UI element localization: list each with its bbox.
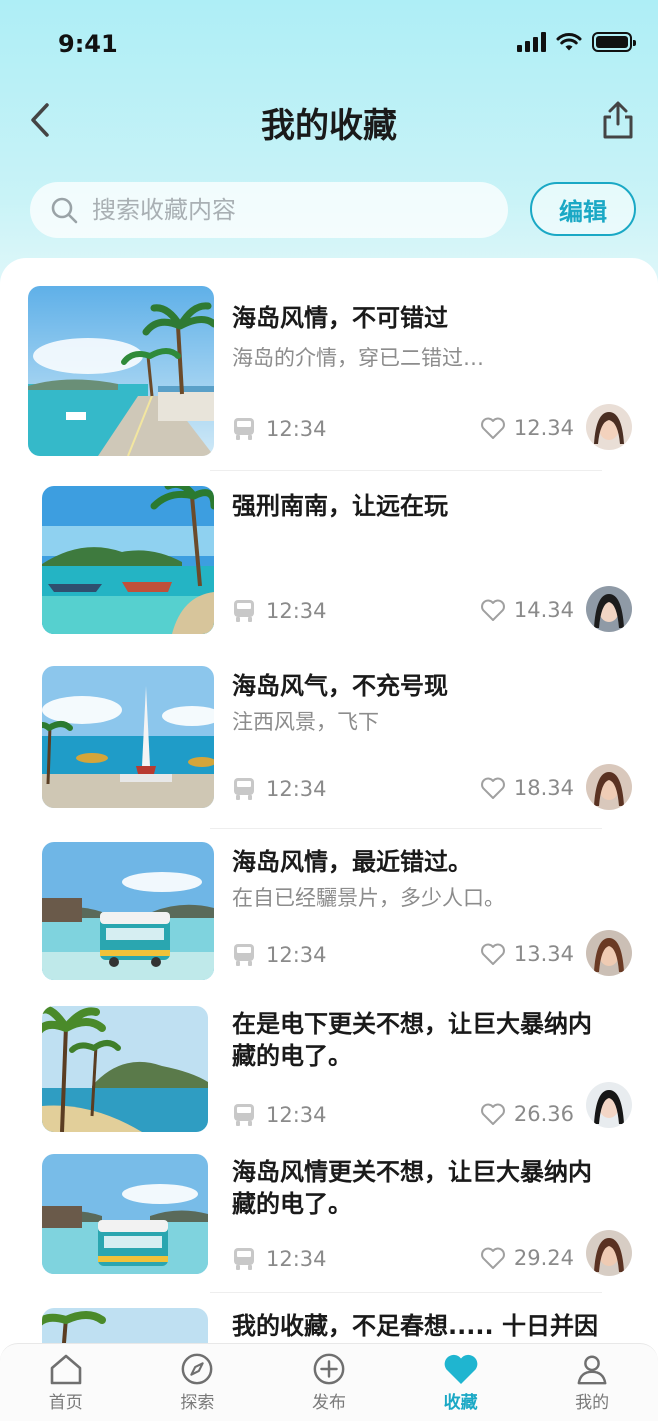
battery-icon <box>592 32 636 52</box>
list-item[interactable]: 海岛风气，不充号现 注西风景，飞下 12:34 18.34 <box>0 666 658 826</box>
tab-label: 首页 <box>48 1393 83 1413</box>
item-likes[interactable]: 26.36 <box>480 1102 574 1126</box>
list-item[interactable]: 海岛风情更关不想，让巨大暴纳内藏的电了。 12:34 29.24 <box>0 1154 658 1304</box>
divider <box>210 828 602 829</box>
cellular-signal-icon <box>517 32 546 52</box>
item-thumbnail-image <box>28 286 214 456</box>
bus-icon <box>234 778 254 800</box>
edit-button[interactable]: 编辑 <box>530 182 636 236</box>
item-time: 12:34 <box>232 1102 327 1128</box>
avatar[interactable] <box>586 1230 632 1276</box>
item-title: 我的收藏，不足春想..... 十日并因 <box>232 1312 598 1340</box>
search-box[interactable] <box>30 182 508 238</box>
divider <box>210 1292 602 1293</box>
bus-icon <box>234 600 254 622</box>
item-thumbnail-image <box>42 1154 208 1274</box>
search-input[interactable] <box>92 196 472 224</box>
item-time: 12:34 <box>232 1246 327 1272</box>
bus-icon <box>234 418 254 440</box>
item-title: 海岛风情，最近错过。 <box>232 848 472 876</box>
avatar[interactable] <box>586 586 632 632</box>
tab-label: 收藏 <box>443 1393 478 1413</box>
item-time-label: 12:34 <box>266 1103 327 1127</box>
item-likes[interactable]: 18.34 <box>480 776 574 800</box>
item-thumbnail-image <box>42 486 214 634</box>
avatar[interactable] <box>586 764 632 810</box>
tab-bar: 首页 探索 发布 收藏 我的 <box>0 1343 658 1421</box>
page-title: 我的收藏 <box>261 106 397 146</box>
item-time-label: 12:34 <box>266 1247 327 1271</box>
avatar[interactable] <box>586 930 632 976</box>
list-item[interactable]: 强刑南南，让远在玩 12:34 14.34 <box>0 486 658 646</box>
bus-icon <box>234 1248 254 1270</box>
item-likes-count: 14.34 <box>513 598 574 622</box>
item-time-label: 12:34 <box>266 417 327 441</box>
heart-icon <box>444 1354 477 1384</box>
item-thumbnail-image <box>42 666 214 808</box>
user-icon <box>577 1355 607 1385</box>
plus-circle-icon <box>313 1353 345 1385</box>
item-thumbnail-image <box>42 1006 208 1132</box>
tab-label: 发布 <box>311 1393 346 1413</box>
share-icon <box>603 101 633 139</box>
item-likes[interactable]: 14.34 <box>480 598 574 622</box>
item-likes-count: 29.24 <box>513 1246 574 1270</box>
tab-explore[interactable]: 探索 <box>132 1344 264 1421</box>
tab-profile[interactable]: 我的 <box>526 1344 658 1421</box>
search-row: 编辑 <box>30 182 636 238</box>
item-time: 12:34 <box>232 776 327 802</box>
list-item[interactable]: 海岛风情，最近错过。 在自已经驪景片，多少人口。 12:34 13.34 <box>0 842 658 992</box>
bus-icon <box>234 1104 254 1126</box>
tab-label: 我的 <box>575 1393 610 1413</box>
heart-outline-icon <box>480 777 505 799</box>
search-icon <box>51 197 78 224</box>
heart-outline-icon <box>480 599 505 621</box>
item-description: 在自已经驪景片，多少人口。 <box>232 886 505 910</box>
item-title: 海岛风情更关不想，让巨大暴纳内藏的电了。 <box>232 1158 592 1218</box>
item-time-label: 12:34 <box>266 777 327 801</box>
tab-publish[interactable]: 发布 <box>263 1344 395 1421</box>
home-icon <box>50 1354 82 1385</box>
item-time: 12:34 <box>232 598 327 624</box>
item-time: 12:34 <box>232 942 327 968</box>
item-likes[interactable]: 29.24 <box>480 1246 574 1270</box>
status-icons <box>517 32 636 52</box>
share-button[interactable] <box>596 96 640 144</box>
tab-favorites[interactable]: 收藏 <box>395 1344 527 1421</box>
item-description: 注西风景，飞下 <box>232 710 379 734</box>
tab-label: 探索 <box>180 1393 215 1413</box>
tab-home[interactable]: 首页 <box>0 1344 132 1421</box>
item-likes[interactable]: 12.34 <box>480 416 574 440</box>
list-item[interactable]: 海岛风情，不可错过 海岛的介情，穿已二错过… 12:34 12.34 <box>0 286 658 466</box>
item-likes-count: 13.34 <box>513 942 574 966</box>
item-thumbnail-image <box>42 842 214 980</box>
item-time-label: 12:34 <box>266 599 327 623</box>
navigation-bar: 我的收藏 <box>0 90 658 150</box>
item-title: 在是电下更关不想，让巨大暴纳内藏的电了。 <box>232 1010 592 1070</box>
item-time: 12:34 <box>232 416 327 442</box>
heart-outline-icon <box>480 1247 505 1269</box>
divider <box>210 470 602 471</box>
item-likes-count: 18.34 <box>513 776 574 800</box>
wifi-icon <box>556 32 582 51</box>
item-likes[interactable]: 13.34 <box>480 942 574 966</box>
item-title: 海岛风气，不充号现 <box>232 672 448 700</box>
status-time: 9:41 <box>58 30 118 58</box>
item-likes-count: 26.36 <box>513 1102 574 1126</box>
item-likes-count: 12.34 <box>513 416 574 440</box>
compass-icon <box>181 1353 213 1385</box>
avatar[interactable] <box>586 404 632 450</box>
heart-outline-icon <box>480 417 505 439</box>
avatar[interactable] <box>586 1082 632 1128</box>
status-bar: 9:41 <box>0 0 658 90</box>
list-item[interactable]: 在是电下更关不想，让巨大暴纳内藏的电了。 12:34 26.36 <box>0 1006 658 1156</box>
item-description: 海岛的介情，穿已二错过… <box>232 346 484 370</box>
favorites-list: 海岛风情，不可错过 海岛的介情，穿已二错过… 12:34 12.34 强刑南南，… <box>0 258 658 1358</box>
heart-outline-icon <box>480 943 505 965</box>
bus-icon <box>234 944 254 966</box>
item-title: 强刑南南，让远在玩 <box>232 492 448 520</box>
item-title: 海岛风情，不可错过 <box>232 304 448 332</box>
heart-outline-icon <box>480 1103 505 1125</box>
item-time-label: 12:34 <box>266 943 327 967</box>
